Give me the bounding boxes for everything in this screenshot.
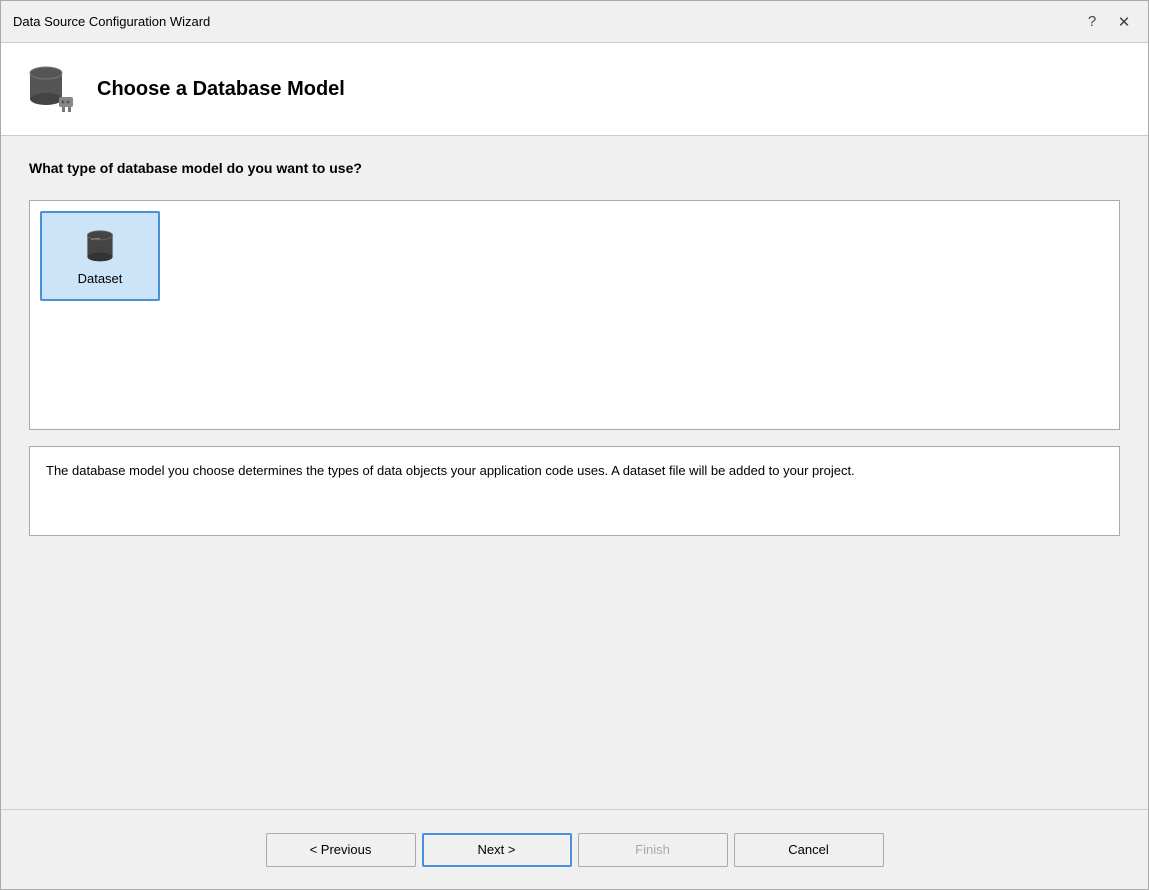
finish-button[interactable]: Finish <box>578 833 728 867</box>
help-button[interactable]: ? <box>1080 10 1104 34</box>
wizard-footer: < Previous Next > Finish Cancel <box>1 809 1148 889</box>
model-selection-area: Dataset <box>29 200 1120 430</box>
header-icon-area <box>21 59 81 119</box>
description-text: The database model you choose determines… <box>46 463 855 478</box>
title-bar-right: ? ✕ <box>1080 10 1136 34</box>
cancel-button[interactable]: Cancel <box>734 833 884 867</box>
dialog-window: Data Source Configuration Wizard ? ✕ <box>0 0 1149 890</box>
title-bar: Data Source Configuration Wizard ? ✕ <box>1 1 1148 43</box>
next-button[interactable]: Next > <box>422 833 572 867</box>
close-button[interactable]: ✕ <box>1112 10 1136 34</box>
dataset-label: Dataset <box>78 271 123 286</box>
dataset-icon <box>82 227 118 267</box>
model-item-dataset[interactable]: Dataset <box>40 211 160 301</box>
title-bar-left: Data Source Configuration Wizard <box>13 14 210 29</box>
description-area: The database model you choose determines… <box>29 446 1120 536</box>
window-title: Data Source Configuration Wizard <box>13 14 210 29</box>
wizard-content: What type of database model do you want … <box>1 136 1148 809</box>
database-plug-icon <box>21 59 81 119</box>
header-title: Choose a Database Model <box>97 78 345 101</box>
wizard-header: Choose a Database Model <box>1 43 1148 136</box>
question-label: What type of database model do you want … <box>29 160 1120 176</box>
previous-button[interactable]: < Previous <box>266 833 416 867</box>
